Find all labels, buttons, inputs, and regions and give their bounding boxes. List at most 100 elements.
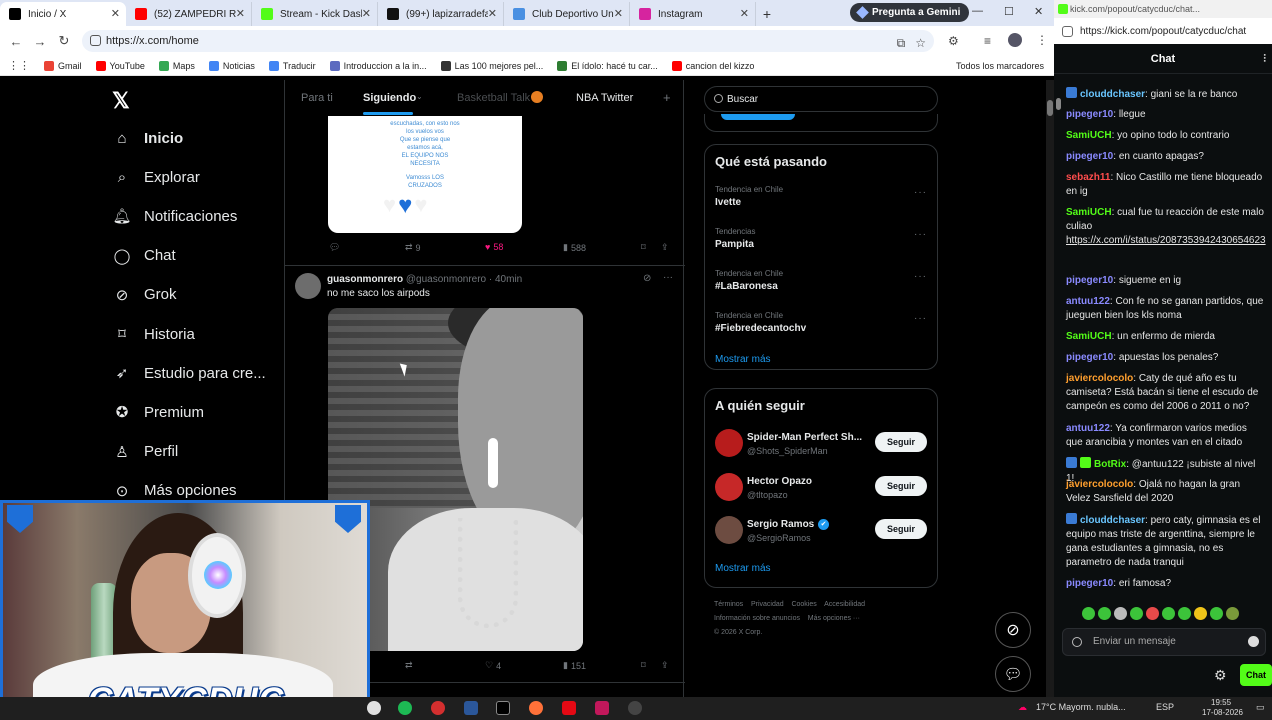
chat-username[interactable]: SamiUCH — [1066, 207, 1112, 218]
app-icon[interactable] — [595, 701, 609, 715]
share-icon[interactable]: ⇪ — [661, 660, 669, 671]
avatar[interactable] — [715, 429, 743, 457]
chat-link[interactable]: https://x.com/i/status/20873539424306546… — [1066, 235, 1266, 246]
share-icon[interactable]: ⇪ — [661, 242, 669, 253]
nav-item-rocket[interactable]: ➶ Estudio para cre... — [112, 363, 266, 383]
footer-cookies[interactable]: Cookies — [791, 601, 816, 608]
netflix-icon[interactable] — [562, 701, 576, 715]
avatar[interactable] — [295, 273, 321, 299]
reading-list-icon[interactable]: ≡ — [984, 34, 991, 48]
show-more-trends[interactable]: Mostrar más — [715, 354, 771, 365]
trend-item[interactable]: Tendencia en Chile #LaBaronesa ··· — [715, 269, 929, 292]
views-button[interactable]: ▮ 151 — [563, 660, 586, 671]
maximize-icon[interactable]: ☐ — [1004, 5, 1014, 18]
emote-icon[interactable] — [1194, 607, 1207, 620]
follow-suggestion[interactable]: Spider-Man Perfect Sh... @Shots_SpiderMan… — [715, 429, 929, 459]
profile-avatar[interactable] — [1008, 33, 1022, 47]
more-options-icon[interactable]: ··· — [914, 229, 927, 240]
emote-icon[interactable] — [1226, 607, 1239, 620]
tab-basketball-talk[interactable]: Basketball Talk — [457, 92, 530, 104]
bookmark-item[interactable]: Introduccion a la in... — [329, 60, 427, 71]
chat-username[interactable]: antuu122 — [1066, 296, 1110, 307]
footer-terms[interactable]: Términos — [714, 601, 743, 608]
browser-tab[interactable]: Inicio / X ✕ — [0, 2, 126, 26]
scrollbar-thumb[interactable] — [1047, 100, 1053, 116]
chat-username[interactable]: SamiUCH — [1066, 331, 1112, 342]
bookmark-item[interactable]: Las 100 mejores pel... — [440, 60, 543, 71]
browser-tab[interactable]: Club Deportivo Unive✕ — [504, 2, 630, 26]
firefox-icon[interactable] — [529, 701, 543, 715]
tab-close-icon[interactable]: ✕ — [488, 7, 497, 20]
emote-icon[interactable] — [1210, 607, 1223, 620]
more-options-icon[interactable]: ··· — [663, 272, 673, 283]
tweet-time[interactable]: · 40min — [489, 274, 522, 285]
gear-icon[interactable]: ⚙ — [1214, 667, 1227, 684]
install-app-icon[interactable]: ⧉ — [897, 36, 906, 51]
chat-username[interactable]: pipeger10 — [1066, 578, 1113, 589]
browser-tab[interactable]: Stream - Kick Dashbo✕ — [252, 2, 378, 26]
search-input[interactable]: Buscar — [704, 86, 938, 112]
footer-privacy[interactable]: Privacidad — [751, 601, 784, 608]
emote-icon[interactable] — [1082, 607, 1095, 620]
like-button[interactable]: ♥ 58 — [485, 242, 503, 252]
send-chat-button[interactable]: Chat — [1240, 664, 1272, 686]
nav-item-grok[interactable]: ⊘ Grok — [112, 285, 177, 305]
footer-more[interactable]: Más opciones ··· — [808, 615, 860, 622]
add-tab-icon[interactable]: + — [663, 90, 671, 105]
more-options-icon[interactable]: ··· — [914, 187, 927, 198]
weather-text[interactable]: 17°C Mayorm. nubla... — [1036, 702, 1126, 712]
trend-item[interactable]: Tendencia en Chile #Fiebredecantochv ··· — [715, 311, 929, 334]
more-options-icon[interactable]: ··· — [914, 271, 927, 282]
tweet-author-name[interactable]: guasonmonrero — [327, 274, 403, 285]
clock-time[interactable]: 19:55 — [1211, 698, 1231, 707]
emote-icon[interactable] — [1098, 607, 1111, 620]
follow-button[interactable]: Seguir — [875, 475, 927, 496]
follow-suggestion[interactable]: Sergio Ramos ✔ @SergioRamos Seguir — [715, 516, 929, 546]
subscribe-button[interactable] — [721, 114, 795, 120]
grok-explain-icon[interactable]: ⊘ — [643, 273, 651, 284]
chat-username[interactable]: clouddchaser — [1080, 515, 1145, 526]
tab-close-icon[interactable]: ✕ — [740, 7, 749, 20]
bookmark-item[interactable]: cancion del kizzo — [671, 60, 754, 71]
chrome-icon[interactable] — [367, 701, 381, 715]
grok-fab-icon[interactable]: ⊘ — [995, 612, 1031, 648]
all-bookmarks[interactable]: Todos los marcadores — [956, 61, 1044, 71]
emoji-picker-icon[interactable] — [1248, 636, 1259, 647]
retweet-icon[interactable]: ⇄ — [405, 660, 413, 671]
nav-item-premium[interactable]: ✪ Premium — [112, 402, 204, 422]
nav-item-more[interactable]: ⊙ Más opciones — [112, 481, 237, 501]
site-info-icon[interactable] — [1062, 26, 1073, 37]
emote-icon[interactable] — [1130, 607, 1143, 620]
tab-close-icon[interactable]: ✕ — [362, 7, 371, 20]
back-icon[interactable]: ← — [4, 34, 28, 49]
emote-icon[interactable] — [1178, 607, 1191, 620]
minimize-icon[interactable]: — — [972, 5, 983, 17]
bookmark-item[interactable]: YouTube — [95, 60, 145, 71]
follow-suggestion[interactable]: Hector Opazo @tltopazo Seguir — [715, 472, 929, 503]
nav-item-search[interactable]: ⌕ Explorar — [112, 167, 200, 187]
url-field[interactable]: https://x.com/home ⧉ ☆ — [82, 30, 934, 52]
footer-accessibility[interactable]: Accesibilidad — [824, 601, 865, 608]
chat-username[interactable]: pipeger10 — [1066, 109, 1113, 120]
bookmark-item[interactable]: Noticias — [208, 60, 255, 71]
chat-scroll-thumb[interactable] — [1056, 98, 1061, 110]
page-scrollbar[interactable] — [1046, 80, 1054, 697]
footer-ads-info[interactable]: Información sobre anuncios — [714, 615, 800, 622]
nav-item-bookmark[interactable]: ⌑ Historia — [112, 324, 195, 344]
more-options-icon[interactable]: ··· — [914, 313, 927, 324]
extensions-icon[interactable]: ⚙ — [948, 34, 959, 48]
retweet-button[interactable]: ⇄ 9 — [405, 242, 421, 253]
app-icon[interactable] — [628, 701, 642, 715]
new-tab-button[interactable]: + — [756, 2, 778, 26]
chat-message-input[interactable]: Enviar un mensaje — [1062, 628, 1266, 656]
browser-tab[interactable]: (99+) lapizarradefach✕ — [378, 2, 504, 26]
tab-close-icon[interactable]: ✕ — [614, 7, 623, 20]
chat-username[interactable]: clouddchaser — [1080, 89, 1145, 100]
trend-item[interactable]: Tendencia en Chile Ivette ··· — [715, 185, 929, 208]
tab-para-ti[interactable]: Para ti — [301, 92, 333, 104]
chat-username[interactable]: sebazh11 — [1066, 172, 1110, 183]
keyboard-language[interactable]: ESP — [1156, 702, 1174, 712]
apps-icon[interactable]: ⋮⋮ — [8, 59, 30, 72]
clock-date[interactable]: 17-08-2026 — [1202, 708, 1243, 717]
kick-url-field[interactable]: https://kick.com/popout/catycduc/chat — [1054, 18, 1272, 44]
